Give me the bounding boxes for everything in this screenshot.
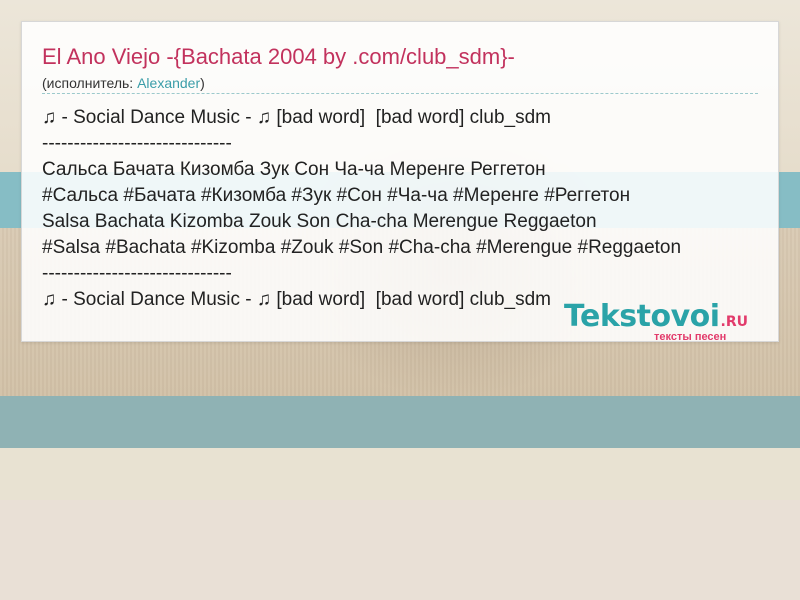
title-divider bbox=[42, 93, 758, 94]
performer-line: (исполнитель: Alexander) bbox=[42, 74, 205, 92]
background-stripe-teal-lower bbox=[0, 396, 800, 448]
lyrics-text: ♫ - Social Dance Music - ♫ [bad word] [b… bbox=[42, 105, 681, 313]
lyrics-line: ------------------------------ bbox=[42, 133, 232, 154]
site-logo[interactable]: Tekstovoi.RU тексты песен bbox=[564, 299, 770, 344]
lyrics-line: #Сальса #Бачата #Кизомба #Зук #Сон #Ча-ч… bbox=[42, 185, 631, 206]
lyrics-line: Salsa Bachata Kizomba Zouk Son Cha-cha M… bbox=[42, 211, 597, 232]
logo-tagline: тексты песен bbox=[654, 331, 727, 343]
performer-prefix: (исполнитель: bbox=[42, 75, 138, 91]
background-bottom bbox=[0, 500, 800, 600]
logo-name: Tekstovoi bbox=[564, 299, 720, 334]
performer-link[interactable]: Alexander bbox=[137, 75, 200, 91]
lyrics-line: ♫ - Social Dance Music - ♫ [bad word] [b… bbox=[42, 107, 551, 128]
logo-tld: .RU bbox=[720, 314, 749, 330]
song-title: El Ano Viejo -{Bachata 2004 by .com/club… bbox=[42, 44, 515, 69]
lyrics-line: #Salsa #Bachata #Kizomba #Zouk #Son #Cha… bbox=[42, 237, 682, 258]
lyrics-line: Сальса Бачата Кизомба Зук Сон Ча-ча Мере… bbox=[42, 159, 546, 180]
lyrics-card: El Ano Viejo -{Bachata 2004 by .com/club… bbox=[21, 21, 779, 344]
lyrics-line: ------------------------------ bbox=[42, 263, 232, 284]
background-stripe-light bbox=[0, 448, 800, 500]
performer-suffix: ) bbox=[200, 75, 205, 91]
